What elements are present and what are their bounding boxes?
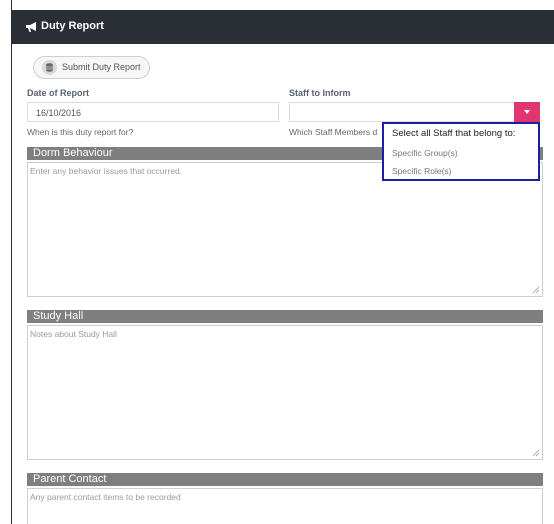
date-help-text: When is this duty report for? (27, 127, 134, 137)
megaphone-icon (25, 20, 39, 34)
submit-duty-report-button[interactable]: Submit Duty Report (33, 56, 150, 79)
database-icon (42, 60, 57, 75)
staff-dropdown-toggle-button[interactable] (514, 102, 540, 122)
left-frame-border (0, 0, 12, 524)
parent-contact-heading: Parent Contact (27, 473, 543, 486)
submit-button-label: Submit Duty Report (62, 62, 141, 72)
resize-handle-icon[interactable] (532, 449, 540, 457)
top-strip (0, 0, 554, 10)
duty-report-panel: Duty Report Submit Duty Report Date of R… (12, 10, 554, 524)
resize-handle-icon[interactable] (532, 286, 540, 294)
staff-select-dropdown-menu: Select all Staff that belong to: Specifi… (382, 122, 540, 181)
study-hall-textarea[interactable]: Notes about Study Hall (27, 325, 543, 460)
parent-contact-textarea[interactable]: Any parent contact items to be recorded (27, 488, 543, 524)
study-hall-heading: Study Hall (27, 310, 543, 323)
dropdown-option-specific-roles[interactable]: Specific Role(s) (392, 166, 452, 176)
staff-to-inform-input[interactable] (289, 102, 515, 122)
staff-help-text: Which Staff Members d (289, 127, 378, 137)
caret-down-icon (524, 110, 530, 114)
dorm-behaviour-placeholder: Enter any behavior issues that occurred. (30, 166, 183, 176)
parent-contact-placeholder: Any parent contact items to be recorded (30, 492, 181, 502)
panel-title: Duty Report (41, 20, 104, 32)
dropdown-title: Select all Staff that belong to: (392, 128, 516, 139)
study-hall-placeholder: Notes about Study Hall (30, 329, 117, 339)
date-of-report-label: Date of Report (27, 88, 90, 98)
date-of-report-value: 16/10/2016 (36, 108, 82, 118)
date-of-report-input[interactable]: 16/10/2016 (27, 102, 279, 122)
panel-header: Duty Report (12, 10, 554, 44)
dropdown-option-specific-groups[interactable]: Specific Group(s) (392, 148, 458, 158)
dorm-behaviour-textarea[interactable]: Enter any behavior issues that occurred. (27, 162, 543, 297)
staff-to-inform-label: Staff to Inform (289, 88, 351, 98)
